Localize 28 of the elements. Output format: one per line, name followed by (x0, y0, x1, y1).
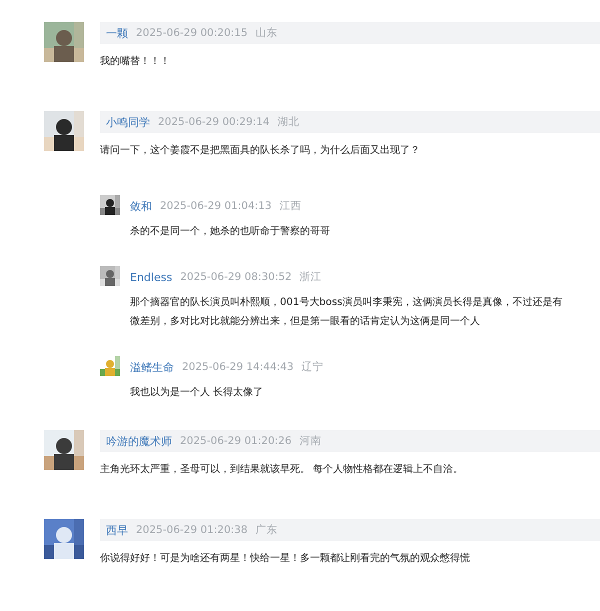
author-link[interactable]: 敛和 (130, 198, 152, 214)
comment-time: 2025-06-29 08:30:52 (180, 271, 292, 283)
comment-time: 2025-06-29 14:44:43 (182, 361, 294, 373)
author-link[interactable]: 西早 (106, 522, 128, 538)
comment-time: 2025-06-29 01:04:13 (160, 200, 272, 212)
comment-time: 2025-06-29 00:20:15 (136, 27, 248, 39)
comment-time: 2025-06-29 01:20:26 (180, 435, 292, 447)
author-link[interactable]: 吟游的魔术师 (106, 434, 172, 448)
author-link[interactable]: 溢鳍生命 (130, 360, 174, 374)
comment-region: 江西 (280, 199, 302, 213)
comment-text: 主角光环太严重，圣母可以，到结果就该早死。 每个人物性格都在逻辑上不自洽。 (100, 462, 464, 477)
comment-region: 山东 (256, 26, 278, 40)
comment-region: 河南 (300, 434, 322, 448)
comment-text: 我也以为是一个人 长得太像了 (130, 386, 264, 400)
comment-text: 请问一下，这个姜霞不是把黑面具的队长杀了吗，为什么后面又出现了？ (100, 144, 421, 158)
comment-text: 我的嘴替！！！ (100, 54, 171, 69)
author-link[interactable]: 小鸣同学 (106, 114, 150, 130)
comment-region: 浙江 (300, 270, 322, 284)
comment-time: 2025-06-29 00:29:14 (158, 116, 270, 128)
comment-time: 2025-06-29 01:20:38 (136, 524, 248, 536)
comment-region: 湖北 (278, 115, 300, 129)
comment-text: 杀的不是同一个，她杀的也听命于警察的哥哥 (130, 224, 331, 239)
comment-region: 广东 (256, 523, 278, 537)
author-link[interactable]: Endless (130, 270, 172, 284)
comment-text: 你说得好好！可是为啥还有两星！快给一星！多一颗都让刚看完的气氛的观众憋得慌 (100, 552, 471, 566)
comment-region: 辽宁 (302, 360, 324, 374)
comment-text: 那个摘器官的队长演员叫朴熙顺，001号大boss演员叫李秉宪，这俩演员长得是真像，不过还是有 微差别，多对比对比就能分辨出来，但是第一眼看的话肯定认为这俩是同一个人 (130, 296, 564, 329)
author-link[interactable]: 一颗 (106, 26, 128, 40)
